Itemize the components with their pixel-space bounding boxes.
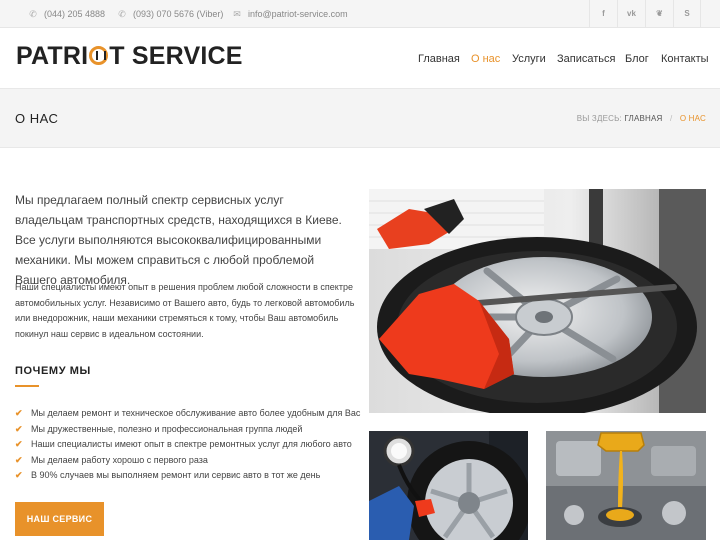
- phone-1[interactable]: ✆ (044) 205 4888: [28, 0, 105, 28]
- nav-home[interactable]: Главная: [418, 28, 460, 88]
- tire-change-illustration: [369, 189, 706, 413]
- site-header: PATRI T SERVICE Главная О нас Услуги Запи…: [0, 28, 720, 88]
- breadcrumb: ВЫ ЗДЕСЬ: ГЛАВНАЯ / О НАС: [576, 114, 706, 123]
- list-item: ✔ Мы делаем работу хорошо с первого раза: [15, 453, 360, 469]
- engine-oil-illustration: [546, 431, 706, 540]
- vk-icon[interactable]: vk: [617, 0, 645, 28]
- check-icon: ✔: [15, 408, 23, 418]
- phone-2[interactable]: ✆ (093) 070 5676 (Viber): [117, 0, 223, 28]
- breadcrumb-current: О НАС: [679, 114, 706, 123]
- logo-gear-icon: [89, 46, 109, 65]
- lead-text: Мы предлагаем полный спектр сервисных ус…: [15, 193, 342, 287]
- body-paragraph: Наши специалисты имеют опыт в решения пр…: [15, 282, 355, 339]
- nav-about[interactable]: О нас: [471, 28, 500, 88]
- top-bar: ✆ (044) 205 4888 ✆ (093) 070 5676 (Viber) …: [0, 0, 720, 28]
- nav-booking[interactable]: Записаться: [557, 28, 615, 88]
- page-title: О НАС: [15, 111, 59, 126]
- tire-change-photo: [369, 189, 706, 413]
- email-link[interactable]: ✉ info@patriot-service.com: [232, 0, 347, 28]
- engine-oil-photo: [546, 431, 706, 540]
- nav-blog[interactable]: Блог: [625, 28, 649, 88]
- breadcrumb-separator: /: [669, 114, 673, 123]
- heading-underline: [15, 385, 39, 387]
- site-logo[interactable]: PATRI T SERVICE: [16, 42, 243, 71]
- check-icon: ✔: [15, 423, 23, 434]
- our-service-button[interactable]: НАШ СЕРВИС: [15, 502, 104, 536]
- phone-icon: ✆: [118, 9, 126, 19]
- nav-services[interactable]: Услуги: [512, 28, 546, 88]
- foursquare-icon[interactable]: ❦: [645, 0, 673, 28]
- breadcrumb-home[interactable]: ГЛАВНАЯ: [624, 114, 662, 123]
- check-icon: ✔: [15, 454, 23, 465]
- why-us-list: ✔ Мы делаем ремонт и техническое обслужив…: [15, 406, 360, 484]
- why-us-heading: ПОЧЕМУ МЫ: [15, 365, 91, 377]
- list-item: ✔ Мы дружественные, полезно и профессиона…: [15, 422, 360, 438]
- facebook-icon[interactable]: f: [589, 0, 617, 28]
- page-title-bar: О НАС ВЫ ЗДЕСЬ: ГЛАВНАЯ / О НАС: [0, 88, 720, 148]
- wheel-pressure-photo: [369, 431, 528, 540]
- list-item: ✔ В 90% случаев мы выполняем ремонт или с…: [15, 468, 360, 484]
- list-item: ✔ Наши специалисты имеют опыт в спектре р…: [15, 437, 360, 453]
- skype-icon[interactable]: S: [673, 0, 701, 28]
- nav-contacts[interactable]: Контакты: [661, 28, 709, 88]
- check-icon: ✔: [15, 439, 23, 450]
- wheel-pressure-illustration: [369, 431, 528, 540]
- phone-icon: ✆: [29, 9, 37, 19]
- envelope-icon: ✉: [233, 9, 241, 19]
- list-item: ✔ Мы делаем ремонт и техническое обслужив…: [15, 406, 360, 422]
- check-icon: ✔: [15, 470, 23, 481]
